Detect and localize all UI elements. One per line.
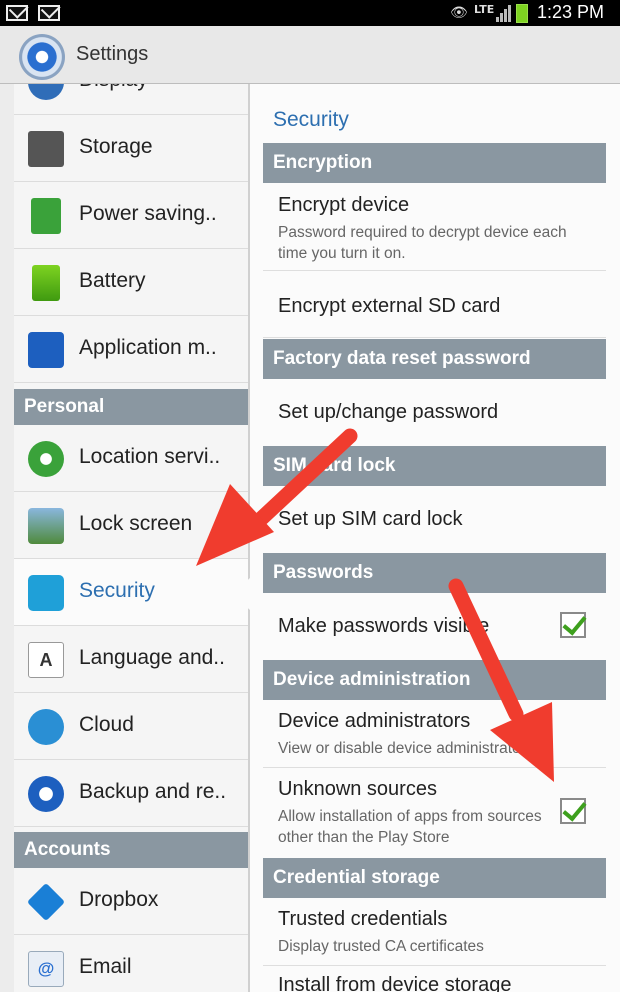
network-type: LTE bbox=[474, 3, 495, 16]
sidebar-item-storage[interactable]: Storage bbox=[14, 115, 248, 182]
setting-install-from-storage[interactable]: Install from device storage bbox=[263, 966, 606, 992]
setting-sim-card-lock[interactable]: Set up SIM card lock bbox=[263, 486, 606, 552]
setting-title: Encrypt device bbox=[278, 194, 410, 216]
sidebar-item-label: Backup and re.. bbox=[79, 780, 227, 803]
security-lock-icon bbox=[28, 575, 64, 611]
checkbox-make-passwords-visible[interactable] bbox=[560, 612, 586, 638]
section-header-passwords: Passwords bbox=[263, 553, 606, 593]
setting-trusted-credentials[interactable]: Trusted credentials Display trusted CA c… bbox=[263, 898, 606, 966]
sidebar-item-backup[interactable]: Backup and re.. bbox=[14, 760, 248, 827]
setting-encrypt-sd-card[interactable]: Encrypt external SD card bbox=[263, 271, 606, 338]
section-header-credential-storage: Credential storage bbox=[263, 858, 606, 898]
battery-status-icon bbox=[516, 4, 528, 23]
sidebar-item-label: Security bbox=[79, 579, 155, 602]
setting-title: Set up SIM card lock bbox=[278, 508, 463, 530]
battery-icon bbox=[32, 265, 60, 301]
sidebar-item-language[interactable]: A Language and.. bbox=[14, 626, 248, 693]
sidebar-item-dropbox[interactable]: Dropbox bbox=[14, 868, 248, 935]
section-header-sim-lock: SIM card lock bbox=[263, 446, 606, 486]
sidebar-item-label: Location servi.. bbox=[79, 445, 221, 468]
setting-unknown-sources[interactable]: Unknown sources Allow installation of ap… bbox=[263, 768, 606, 856]
application-manager-icon bbox=[28, 332, 64, 368]
dropbox-icon bbox=[26, 882, 66, 922]
sidebar-item-label: Display bbox=[79, 84, 148, 92]
sidebar-item-label: Language and.. bbox=[79, 646, 225, 669]
setting-title: Trusted credentials bbox=[278, 908, 448, 930]
setting-summary: Allow installation of apps from sources … bbox=[278, 808, 542, 846]
sidebar-item-label: Storage bbox=[79, 135, 153, 158]
clock: 1:23 PM bbox=[536, 2, 604, 22]
display-icon bbox=[28, 84, 64, 100]
sidebar-item-cloud[interactable]: Cloud bbox=[14, 693, 248, 760]
setting-title: Encrypt external SD card bbox=[278, 295, 501, 317]
setting-summary: Password required to decrypt device each… bbox=[278, 224, 567, 262]
settings-gear-icon[interactable] bbox=[19, 34, 65, 80]
section-header-factory-reset: Factory data reset password bbox=[263, 339, 606, 379]
setting-title: Make passwords visible bbox=[278, 615, 490, 637]
settings-sidebar[interactable]: Display Storage Power saving.. Battery A… bbox=[0, 84, 248, 992]
setting-make-passwords-visible[interactable]: Make passwords visible bbox=[263, 593, 606, 659]
page-title: Security bbox=[273, 108, 349, 131]
cloud-icon bbox=[28, 709, 64, 745]
sidebar-item-label: Power saving.. bbox=[79, 202, 217, 225]
signal-icon bbox=[496, 4, 512, 22]
sidebar-item-label: Battery bbox=[79, 269, 146, 292]
action-bar: Settings bbox=[0, 26, 620, 84]
sidebar-item-security[interactable]: Security bbox=[14, 559, 248, 626]
setting-title: Set up/change password bbox=[278, 401, 499, 423]
setting-summary: Display trusted CA certificates bbox=[278, 938, 484, 955]
status-bar: 👁 LTE 1:23 PM bbox=[0, 0, 620, 26]
language-icon: A bbox=[28, 642, 64, 678]
sidebar-item-battery[interactable]: Battery bbox=[14, 249, 248, 316]
sidebar-item-application-manager[interactable]: Application m.. bbox=[14, 316, 248, 383]
setting-change-password[interactable]: Set up/change password bbox=[263, 379, 606, 445]
section-header-accounts: Accounts bbox=[14, 832, 248, 868]
security-settings-pane[interactable]: Security Encryption Encrypt device Passw… bbox=[250, 84, 620, 992]
section-header-encryption: Encryption bbox=[263, 143, 606, 183]
app-title: Settings bbox=[76, 43, 149, 65]
backup-icon bbox=[28, 776, 64, 812]
sidebar-item-display[interactable]: Display bbox=[14, 84, 248, 115]
sidebar-item-label: Cloud bbox=[79, 713, 134, 736]
power-saving-icon bbox=[31, 198, 61, 234]
setting-encrypt-device[interactable]: Encrypt device Password required to decr… bbox=[263, 183, 606, 271]
section-header-device-administration: Device administration bbox=[263, 660, 606, 700]
sidebar-item-lock-screen[interactable]: Lock screen bbox=[14, 492, 248, 559]
storage-icon bbox=[28, 131, 64, 167]
gmail-notification-icon bbox=[6, 5, 28, 21]
email-icon: @ bbox=[28, 951, 64, 987]
sidebar-item-label: Lock screen bbox=[79, 512, 193, 535]
gmail-notification-icon bbox=[38, 5, 60, 21]
sidebar-item-location[interactable]: Location servi.. bbox=[14, 425, 248, 492]
sidebar-item-label: Email bbox=[79, 955, 132, 978]
selection-pointer bbox=[232, 578, 250, 610]
section-header-personal: Personal bbox=[14, 389, 248, 425]
smart-stay-icon: 👁 bbox=[450, 5, 468, 21]
sidebar-item-power-saving[interactable]: Power saving.. bbox=[14, 182, 248, 249]
lock-screen-icon bbox=[28, 508, 64, 544]
setting-device-administrators[interactable]: Device administrators View or disable de… bbox=[263, 700, 606, 768]
setting-summary: View or disable device administrators bbox=[278, 740, 534, 757]
setting-title: Device administrators bbox=[278, 710, 471, 732]
location-icon bbox=[28, 441, 64, 477]
sidebar-item-label: Dropbox bbox=[79, 888, 159, 911]
setting-title: Install from device storage bbox=[278, 974, 512, 992]
checkbox-unknown-sources[interactable] bbox=[560, 798, 586, 824]
setting-title: Unknown sources bbox=[278, 778, 437, 800]
sidebar-item-label: Application m.. bbox=[79, 336, 217, 359]
sidebar-item-email[interactable]: @ Email bbox=[14, 935, 248, 992]
